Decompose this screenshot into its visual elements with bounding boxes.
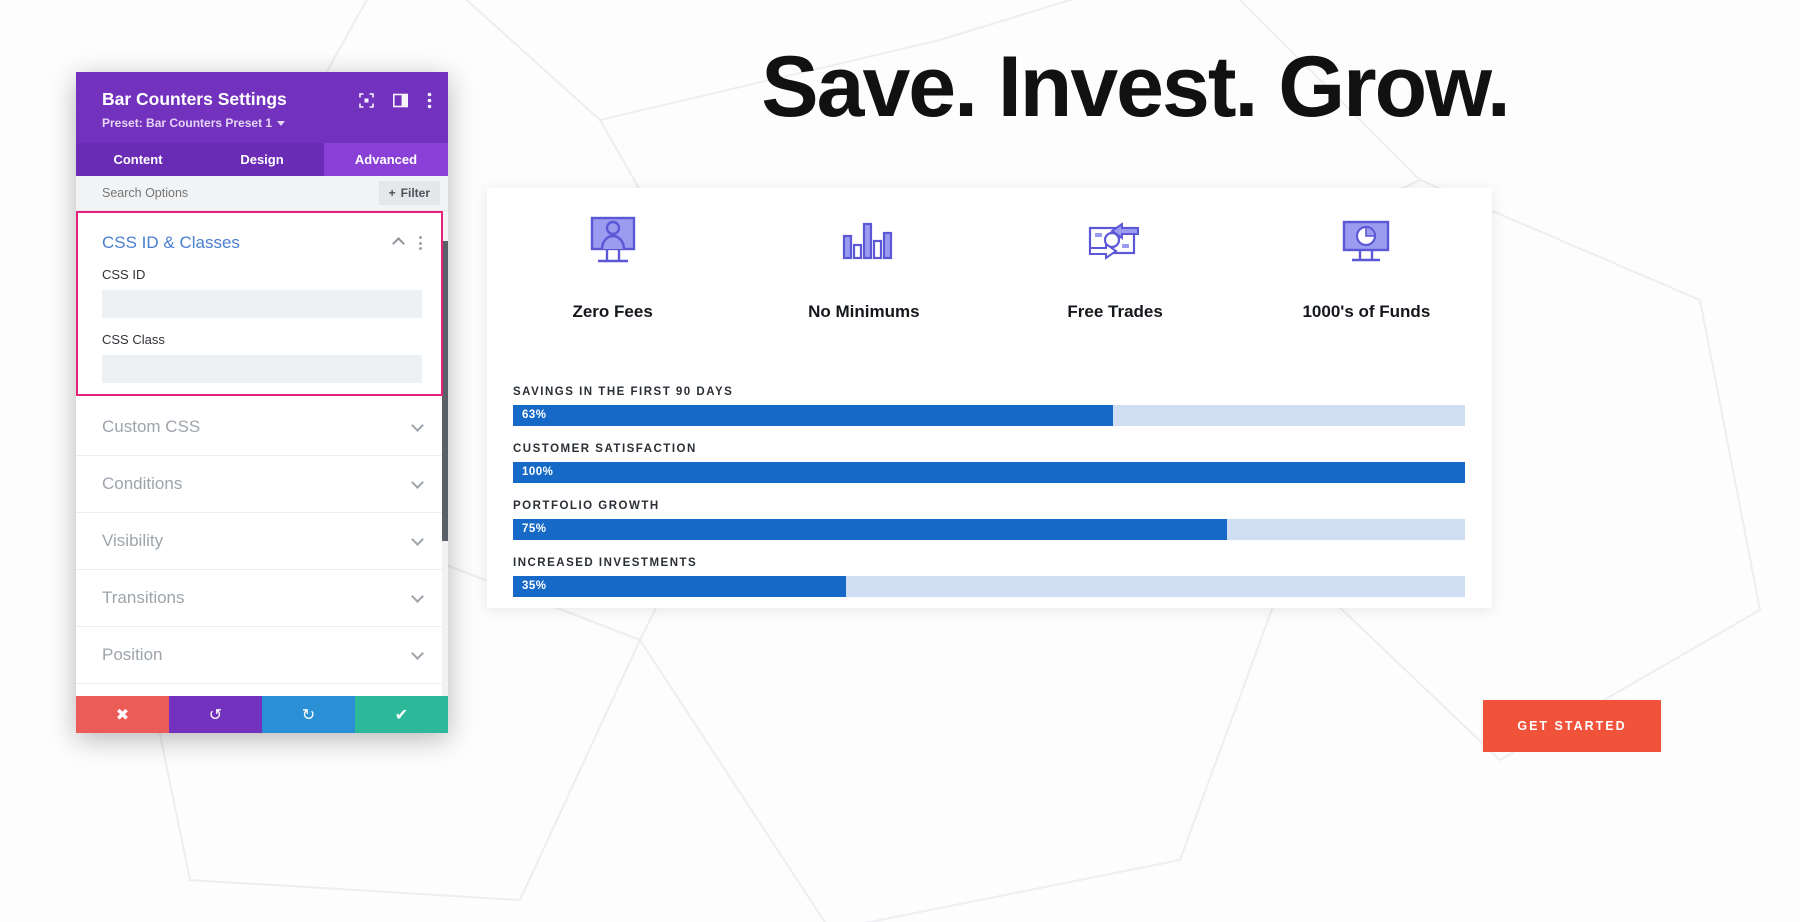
bar-counter-percent: 63% (522, 409, 547, 421)
section-position[interactable]: Position (76, 627, 448, 684)
chevron-down-icon (277, 120, 286, 126)
page-preview: Save. Invest. Grow. Zero Fees No Minimum… (470, 0, 1800, 922)
kebab-menu-icon[interactable] (427, 92, 432, 109)
section-header[interactable]: CSS ID & Classes (102, 233, 422, 253)
bar-counter-percent: 100% (522, 466, 554, 478)
modal-tabs: Content Design Advanced (76, 143, 448, 176)
tab-advanced[interactable]: Advanced (324, 143, 448, 176)
scrollbar-track[interactable] (442, 211, 448, 696)
bar-counter-track: 63% (513, 405, 1465, 426)
chevron-down-icon (411, 646, 424, 660)
bar-counters: SAVINGS IN THE FIRST 90 DAYS 63% CUSTOME… (513, 386, 1465, 614)
hero-title: Save. Invest. Grow. (761, 39, 1510, 135)
section-label: Transitions (102, 588, 185, 607)
field-css-class: CSS Class (102, 332, 422, 383)
section-conditions[interactable]: Conditions (76, 456, 448, 513)
section-title: CSS ID & Classes (102, 233, 240, 252)
bar-counter-fill (513, 576, 847, 597)
search-input[interactable] (102, 186, 379, 200)
section-visibility[interactable]: Visibility (76, 513, 448, 570)
plus-icon: + (388, 186, 396, 200)
bar-counter-fill (513, 462, 1465, 483)
section-custom-css[interactable]: Custom CSS (76, 399, 448, 456)
feature-label: No Minimums (808, 302, 920, 321)
bar-counter-title: PORTFOLIO GROWTH (513, 500, 660, 512)
cancel-button[interactable]: ✖ (76, 696, 169, 733)
save-button[interactable]: ✔ (355, 696, 448, 733)
feature-label: Free Trades (1067, 302, 1163, 321)
search-bar: + Filter (76, 176, 448, 211)
bar-counter-fill (513, 405, 1113, 426)
section-css-id-and-classes: CSS ID & Classes CSS ID CSS Class (76, 211, 448, 399)
modal-header: Bar Counters Settings Preset: Bar Counte… (76, 72, 448, 143)
feature-label: Zero Fees (572, 302, 653, 321)
modal-footer: ✖ ↺ ↻ ✔ (76, 696, 448, 733)
section-label: Conditions (102, 474, 183, 493)
bar-counter-title: CUSTOMER SATISFACTION (513, 443, 697, 455)
screenshot-root: Save. Invest. Grow. Zero Fees No Minimum… (0, 0, 1800, 922)
feature-label: 1000's of Funds (1302, 302, 1431, 321)
bar-counters-settings-modal: Bar Counters Settings Preset: Bar Counte… (76, 72, 448, 733)
get-started-button[interactable]: GET STARTED (1483, 700, 1661, 752)
tab-content[interactable]: Content (76, 143, 200, 176)
section-label: Position (102, 645, 163, 664)
scrollbar-thumb[interactable] (442, 241, 448, 541)
redo-button[interactable]: ↻ (262, 696, 355, 733)
bar-counter-track: 75% (513, 519, 1465, 540)
bar-counter-track: 100% (513, 462, 1465, 483)
bar-counter-item: INCREASED INVESTMENTS 35% (513, 557, 1465, 597)
modal-header-icons (359, 92, 432, 109)
chevron-up-icon[interactable] (392, 236, 405, 250)
preset-label: Preset: Bar Counters Preset 1 (102, 116, 273, 130)
bar-counter-item: CUSTOMER SATISFACTION 100% (513, 443, 1465, 483)
bar-counter-percent: 35% (522, 580, 547, 592)
feature-item-funds: 1000's of Funds (1241, 206, 1492, 366)
bar-chart-icon (834, 206, 894, 278)
kebab-menu-icon[interactable] (419, 236, 422, 250)
layout-panel-icon[interactable] (393, 93, 408, 108)
bar-counter-fill (513, 519, 1227, 540)
money-exchange-icon (1082, 206, 1148, 278)
monitor-pie-chart-icon (1336, 206, 1396, 278)
undo-button[interactable]: ↺ (169, 696, 262, 733)
field-label: CSS ID (102, 267, 146, 282)
section-label: Visibility (102, 531, 164, 550)
tab-design[interactable]: Design (200, 143, 324, 176)
modal-body: CSS ID & Classes CSS ID CSS Class Custom… (76, 211, 448, 696)
section-label: Custom CSS (102, 417, 201, 436)
chevron-down-icon (411, 589, 424, 603)
feature-item-free-trades: Free Trades (990, 206, 1241, 366)
chevron-down-icon (411, 475, 424, 489)
feature-item-zero-fees: Zero Fees (487, 206, 738, 366)
css-class-input[interactable] (102, 355, 422, 383)
chevron-down-icon (411, 532, 424, 546)
preview-card: Zero Fees No Minimums Free Trades 1000's… (487, 188, 1492, 608)
filter-button[interactable]: + Filter (378, 181, 440, 205)
preset-selector[interactable]: Preset: Bar Counters Preset 1 (102, 116, 426, 130)
feature-row: Zero Fees No Minimums Free Trades 1000's… (487, 206, 1492, 366)
bar-counter-track: 35% (513, 576, 1465, 597)
section-transitions[interactable]: Transitions (76, 570, 448, 627)
feature-item-no-minimums: No Minimums (738, 206, 989, 366)
bar-counter-item: PORTFOLIO GROWTH 75% (513, 500, 1465, 540)
monitor-person-icon (583, 206, 643, 278)
fullscreen-icon[interactable] (359, 93, 374, 108)
bar-counter-title: SAVINGS IN THE FIRST 90 DAYS (513, 386, 734, 398)
bar-counter-title: INCREASED INVESTMENTS (513, 557, 698, 569)
filter-label: Filter (400, 186, 430, 200)
css-id-input[interactable] (102, 290, 422, 318)
bar-counter-percent: 75% (522, 523, 547, 535)
bar-counter-item: SAVINGS IN THE FIRST 90 DAYS 63% (513, 386, 1465, 426)
field-label: CSS Class (102, 332, 165, 347)
field-css-id: CSS ID (102, 267, 422, 318)
chevron-down-icon (411, 418, 424, 432)
